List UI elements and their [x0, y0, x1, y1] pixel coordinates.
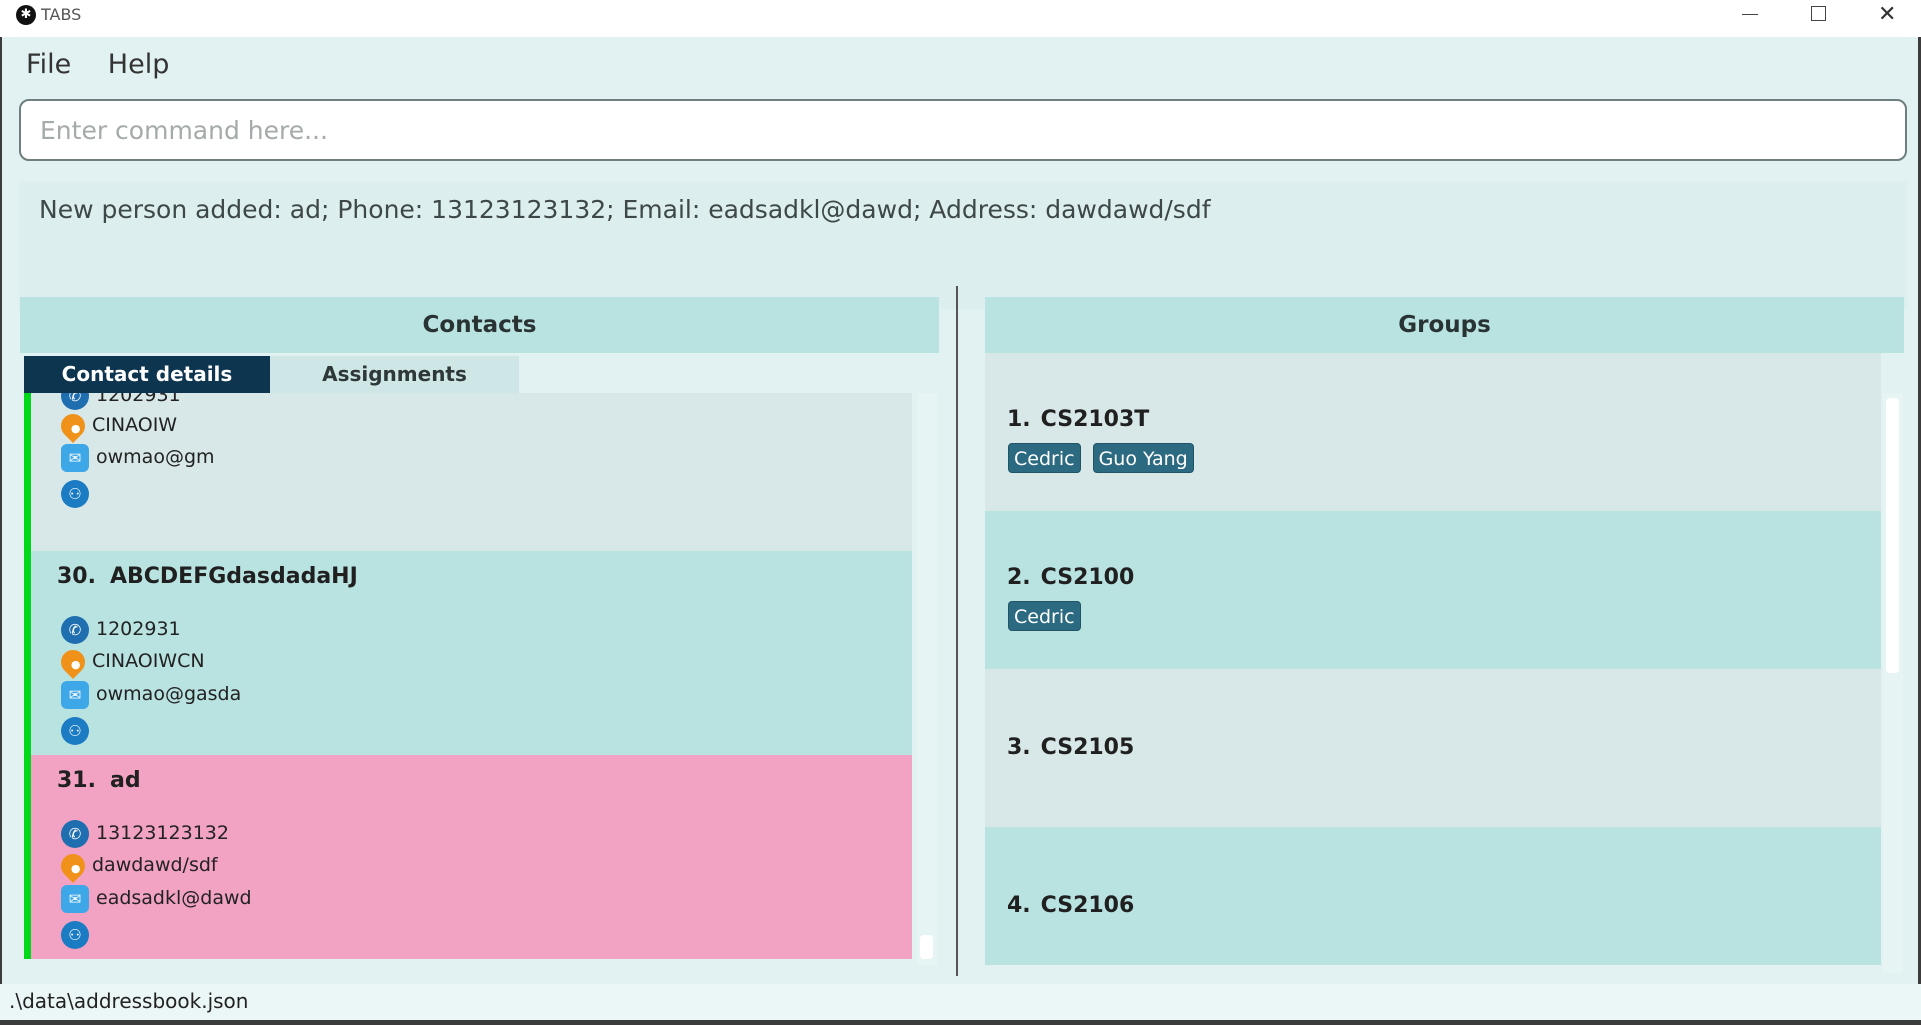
- group-name: CS2100: [1040, 565, 1135, 590]
- location-icon: ●: [56, 848, 90, 883]
- contact-card[interactable]: 30. ABCDEFGdasdadaHJ ✆ 1202931 ● CINAOIWCN …: [24, 551, 912, 755]
- phone-icon: ✆: [61, 615, 89, 644]
- minimize-button[interactable]: [1714, 0, 1783, 30]
- group-icon: ⚇: [61, 920, 89, 949]
- contact-name: ad: [109, 768, 141, 793]
- location-icon: ●: [56, 408, 90, 443]
- menu-help[interactable]: Help: [108, 49, 170, 80]
- tab-assignments[interactable]: Assignments: [270, 356, 519, 393]
- phone-icon: ✆: [61, 393, 89, 410]
- contact-address-row: ● CINAOIW: [56, 408, 178, 443]
- group-list-scroll-thumb[interactable]: [1886, 398, 1899, 673]
- app-icon: ✱: [16, 5, 36, 25]
- window-bottom-edge: [0, 1020, 1921, 1025]
- result-message: New person added: ad; Phone: 13123123132…: [39, 195, 1211, 224]
- member-tag: Cedric: [1008, 443, 1081, 473]
- contact-title: 30. ABCDEFGdasdadaHJ: [57, 564, 358, 589]
- contact-index: 30.: [57, 564, 96, 589]
- command-box: [19, 99, 1907, 161]
- group-index: 3.: [1007, 735, 1031, 760]
- contact-email-row: ✉ owmao@gm: [61, 443, 215, 472]
- location-icon: ●: [56, 644, 90, 679]
- contact-card-selected[interactable]: 31. ad ✆ 13123123132 ● dawdawd/sdf ✉ eadsadk…: [24, 755, 912, 959]
- maximize-button[interactable]: [1783, 0, 1852, 30]
- contacts-tab-bar: Contact details Assignments: [20, 353, 939, 393]
- title-bar: ✱ TABS ✕: [0, 0, 1921, 37]
- command-input[interactable]: [21, 101, 1905, 159]
- group-icon: ⚇: [61, 716, 89, 745]
- result-display: New person added: ad; Phone: 13123123132…: [19, 181, 1907, 309]
- contact-email: owmao@gm: [96, 446, 215, 468]
- contact-title: 31. ad: [57, 768, 141, 793]
- group-card[interactable]: 4. CS2106: [985, 827, 1881, 965]
- contacts-header: Contacts: [20, 297, 939, 353]
- contact-name: ABCDEFGdasdadaHJ: [109, 564, 358, 589]
- group-icon: ⚇: [61, 479, 89, 508]
- group-card[interactable]: 3. CS2105: [985, 669, 1881, 827]
- group-list: 1. CS2103T Cedric Guo Yang 2. CS2100 Cedric…: [985, 353, 1881, 965]
- contact-phone: 13123123132: [96, 822, 229, 844]
- contact-groups-row: ⚇: [61, 716, 96, 745]
- maximize-icon: [1811, 6, 1826, 21]
- group-name: CS2106: [1040, 893, 1135, 918]
- member-tag: Guo Yang: [1092, 443, 1194, 473]
- contact-email: eadsadkl@dawd: [96, 887, 252, 909]
- contact-list-scroll-thumb[interactable]: [920, 935, 933, 959]
- menu-file[interactable]: File: [26, 49, 71, 80]
- contact-phone: 1202931: [96, 393, 181, 406]
- contact-list-scrollbar[interactable]: [917, 393, 937, 965]
- contact-address-row: ● dawdawd/sdf: [56, 848, 218, 883]
- group-title: 2. CS2100: [1007, 565, 1134, 590]
- member-tag: Cedric: [1008, 601, 1081, 631]
- contact-index: 31.: [57, 768, 96, 793]
- contact-address: CINAOIW: [92, 414, 178, 436]
- close-button[interactable]: ✕: [1852, 0, 1921, 30]
- contact-address-row: ● CINAOIWCN: [56, 644, 205, 679]
- group-index: 4.: [1007, 893, 1031, 918]
- contact-groups-row: ⚇: [61, 479, 96, 508]
- group-card[interactable]: 2. CS2100 Cedric: [985, 511, 1881, 669]
- contact-address: dawdawd/sdf: [92, 854, 218, 876]
- contact-groups-row: ⚇: [61, 920, 96, 949]
- email-icon: ✉: [61, 680, 89, 709]
- minimize-icon: [1742, 14, 1758, 15]
- group-name: CS2105: [1040, 735, 1135, 760]
- status-bar: .\data\addressbook.json: [0, 984, 1921, 1020]
- contact-email-row: ✉ eadsadkl@dawd: [61, 884, 252, 913]
- contact-phone-row: ✆ 1202931: [61, 393, 181, 410]
- group-title: 3. CS2105: [1007, 735, 1134, 760]
- group-members: Cedric Guo Yang: [1008, 443, 1206, 473]
- group-title: 4. CS2106: [1007, 893, 1134, 918]
- contact-list: ✆ 1202931 ● CINAOIW ✉ owmao@gm ⚇ 30. ABCDEFG…: [24, 393, 912, 965]
- menu-bar: File Help: [26, 49, 197, 80]
- contact-phone: 1202931: [96, 618, 181, 640]
- data-file-path: .\data\addressbook.json: [9, 989, 249, 1013]
- window-title: TABS: [41, 5, 82, 24]
- group-title: 1. CS2103T: [1007, 407, 1149, 432]
- close-icon: ✕: [1878, 2, 1897, 27]
- contact-phone-row: ✆ 13123123132: [61, 819, 229, 848]
- phone-icon: ✆: [61, 819, 89, 848]
- group-name: CS2103T: [1040, 407, 1150, 432]
- panel-splitter[interactable]: [956, 286, 958, 976]
- group-index: 1.: [1007, 407, 1031, 432]
- contact-email: owmao@gasda: [96, 683, 242, 705]
- tab-contact-details[interactable]: Contact details: [24, 356, 270, 393]
- group-card[interactable]: 1. CS2103T Cedric Guo Yang: [985, 353, 1881, 511]
- contact-email-row: ✉ owmao@gasda: [61, 680, 242, 709]
- group-index: 2.: [1007, 565, 1031, 590]
- contact-address: CINAOIWCN: [92, 650, 205, 672]
- email-icon: ✉: [61, 884, 89, 913]
- contact-phone-row: ✆ 1202931: [61, 615, 181, 644]
- contact-card[interactable]: ✆ 1202931 ● CINAOIW ✉ owmao@gm ⚇: [24, 393, 912, 551]
- email-icon: ✉: [61, 443, 89, 472]
- groups-header: Groups: [985, 297, 1904, 353]
- group-members: Cedric: [1008, 601, 1093, 631]
